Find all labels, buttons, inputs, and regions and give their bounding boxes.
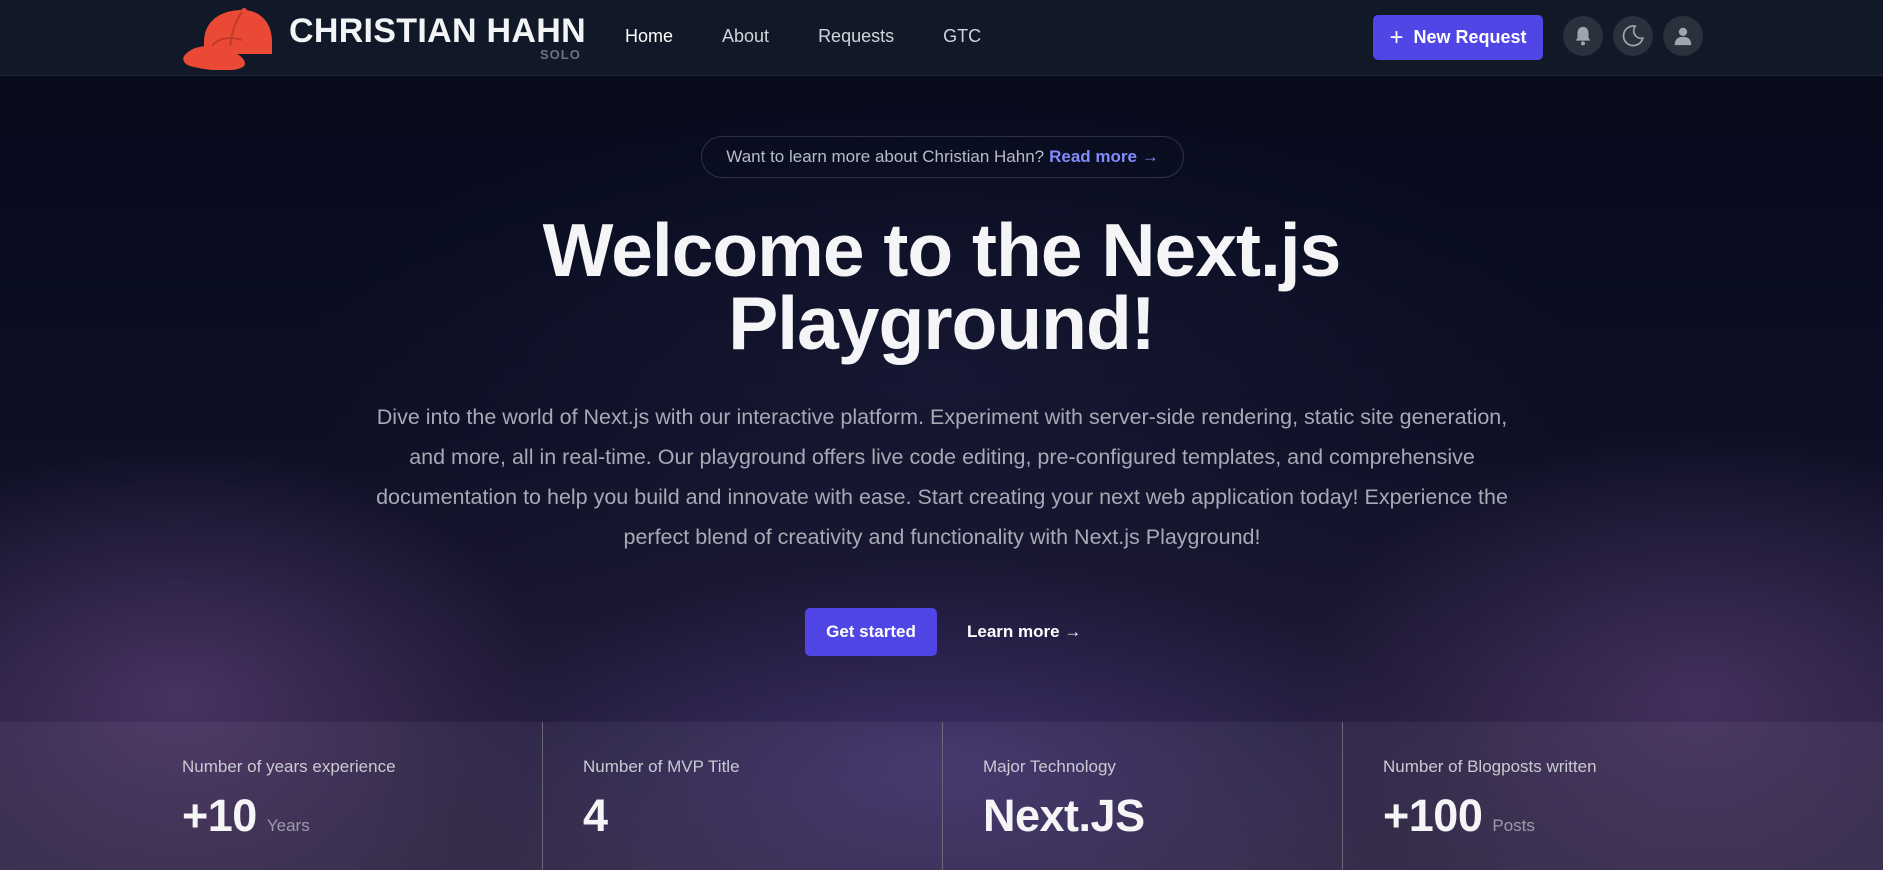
hero-title-line-1: Welcome to the Next.js [542, 208, 1342, 292]
stat-value: Next.JS [983, 790, 1145, 842]
top-navbar: CHRISTIAN HAHN SOLO Home About Requests … [0, 0, 1883, 76]
nav-gtc[interactable]: GTC [943, 26, 981, 47]
nav-home[interactable]: Home [625, 26, 673, 47]
stat-number: Next.JS [983, 790, 1145, 841]
brand-name[interactable]: CHRISTIAN HAHN [289, 12, 586, 51]
hero-title: Welcome to the Next.js Playground! [440, 213, 1443, 361]
stat-unit: Posts [1492, 816, 1535, 835]
stat-value: +100 Posts [1383, 790, 1535, 842]
stat-divider [542, 722, 543, 870]
get-started-button[interactable]: Get started [805, 608, 937, 656]
learn-more-link[interactable]: Learn more → [967, 608, 1081, 656]
stat-divider [1342, 722, 1343, 870]
nav-about[interactable]: About [722, 26, 769, 47]
user-icon [1674, 27, 1692, 46]
stat-label: Number of MVP Title [583, 757, 740, 776]
cap-logo-icon[interactable] [182, 6, 282, 70]
announcement-pill: Want to learn more about Christian Hahn?… [701, 136, 1184, 178]
notifications-button[interactable] [1563, 16, 1603, 56]
stat-number: +100 [1383, 790, 1483, 841]
plus-icon: + [1389, 23, 1404, 51]
hero-title-line-2: Playground! [728, 281, 1156, 365]
stat-label: Number of Blogposts written [1383, 757, 1597, 776]
stat-value: +10 Years [182, 790, 310, 842]
main-nav: Home About Requests GTC [625, 26, 1030, 47]
stat-number: 4 [583, 790, 608, 841]
user-menu-button[interactable] [1663, 16, 1703, 56]
read-more-link[interactable]: Read more → [1049, 147, 1159, 167]
new-request-label: New Request [1413, 27, 1527, 47]
stat-number: +10 [182, 790, 257, 841]
stat-value: 4 [583, 790, 608, 842]
nav-requests[interactable]: Requests [818, 26, 894, 47]
moon-icon [1622, 25, 1644, 47]
brand-subtitle: SOLO [540, 47, 581, 62]
hero-description: Dive into the world of Next.js with our … [376, 405, 1508, 549]
theme-toggle-button[interactable] [1613, 16, 1653, 56]
new-request-button[interactable]: + New Request [1373, 15, 1543, 60]
stat-divider [942, 722, 943, 870]
stat-unit: Years [266, 816, 310, 835]
stat-label: Number of years experience [182, 757, 396, 776]
stat-label: Major Technology [983, 757, 1116, 776]
announcement-text: Want to learn more about Christian Hahn? [726, 147, 1045, 166]
stats-bar: Number of years experience +10 Years Numb… [0, 722, 1883, 870]
bell-icon [1575, 26, 1591, 46]
